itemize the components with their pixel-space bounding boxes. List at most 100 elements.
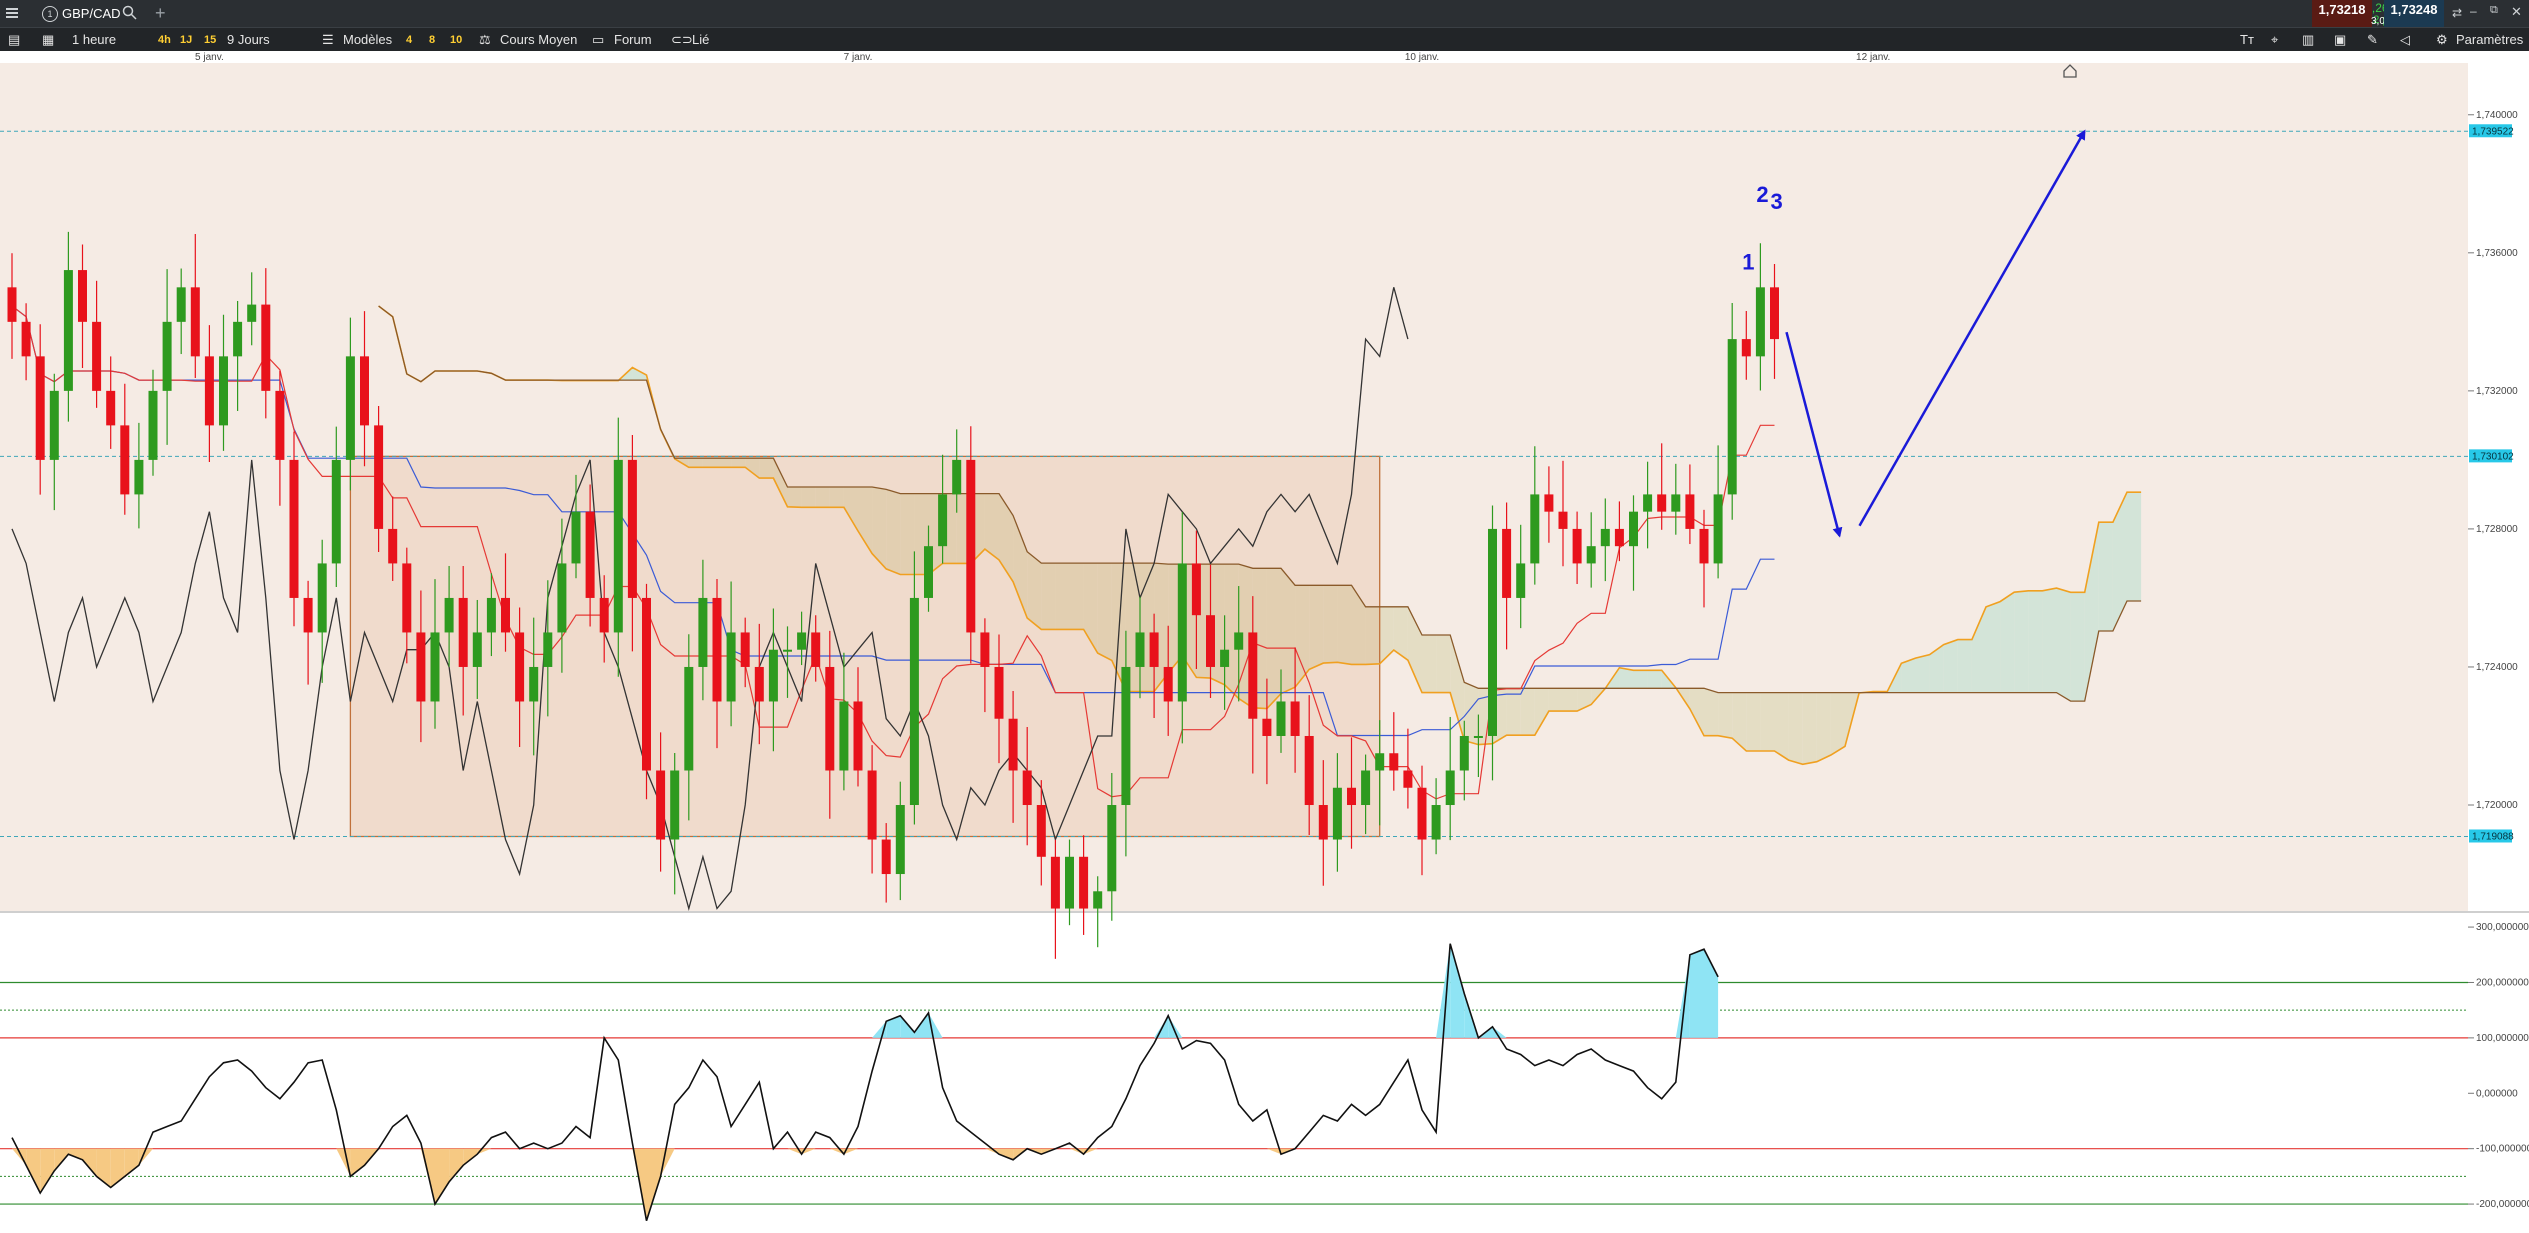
wave-label: 3 [1771, 189, 1783, 214]
candle-body [331, 459, 341, 564]
chart-area[interactable]: 5 janv. 7 janv. 10 janv. 12 janv. 1,740000 1… [0, 51, 2529, 1233]
candle-body [1572, 528, 1582, 564]
candle-body [529, 666, 539, 702]
kumo-segment [1802, 692, 1817, 765]
wave-label: 2 [1756, 182, 1768, 207]
kumo-segment [2070, 592, 2085, 702]
price-tick-label: 1,720000 [2476, 800, 2518, 811]
bid-price[interactable]: 1,73218 [2312, 0, 2372, 27]
model-8-button[interactable]: 8 [429, 28, 435, 52]
popout-icon[interactable]: ⧉ [2490, 4, 2498, 17]
candle-body [35, 356, 45, 460]
draw-icon[interactable]: ✎ [2367, 28, 2378, 52]
list-icon[interactable]: ▤ [8, 28, 20, 52]
candle-body [1473, 735, 1483, 738]
candle-body [754, 666, 764, 702]
forum-icon[interactable]: ▭ [592, 28, 604, 52]
instrument-name[interactable]: GBP/CAD [62, 6, 121, 21]
screenshot-icon[interactable]: ▣ [2334, 28, 2346, 52]
candle-body [740, 632, 750, 667]
candle-body [1065, 856, 1074, 909]
candle-body [162, 321, 172, 391]
candle-body [1079, 856, 1089, 909]
settings-button[interactable]: Paramètres [2456, 28, 2523, 52]
candle-body [1586, 546, 1596, 564]
menu-icon[interactable] [4, 4, 20, 22]
layout-icon[interactable]: ▥ [2302, 28, 2314, 52]
candle-body [1318, 805, 1328, 840]
timeframe-1j-button[interactable]: 1J [180, 28, 192, 52]
settings-icon[interactable]: ⚙ [2436, 28, 2448, 52]
candle-body [1544, 494, 1554, 512]
price-tag-label: 1,730102 [2472, 451, 2514, 462]
date-tick-label: 7 janv. [844, 52, 873, 63]
instrument-badge-icon: 1 [42, 6, 58, 22]
cci-tick-label: -200,000000 [2476, 1199, 2529, 1210]
candle-body [627, 459, 637, 598]
search-icon[interactable] [122, 5, 138, 24]
candle-body [966, 459, 976, 633]
candle-body [388, 528, 398, 564]
candle-body [1699, 528, 1709, 564]
cci-tick-label: 200,000000 [2476, 977, 2529, 988]
candle-body [1403, 770, 1413, 788]
price-tick-label: 1,724000 [2476, 662, 2518, 673]
model-10-button[interactable]: 10 [450, 28, 462, 52]
candle-body [1727, 339, 1737, 495]
timeframe-select[interactable]: 1 heure [72, 28, 116, 52]
candle-body [1050, 856, 1060, 909]
candle [966, 426, 976, 664]
candle-body [444, 597, 454, 633]
range-box [349, 455, 1381, 838]
models-icon[interactable]: ☰ [322, 28, 334, 52]
cours-moyen-button[interactable]: Cours Moyen [500, 28, 577, 52]
candle-body [120, 425, 130, 495]
minimize-icon[interactable]: – [2470, 4, 2477, 18]
candle-body [374, 425, 384, 529]
forum-button[interactable]: Forum [614, 28, 652, 52]
model-4-button[interactable]: 4 [406, 28, 412, 52]
alert-icon[interactable]: ◁ [2400, 28, 2410, 52]
candle-body [712, 597, 722, 702]
add-tab-icon[interactable]: + [155, 3, 166, 24]
cours-moyen-icon[interactable]: ⚖ [479, 28, 491, 52]
swap-icon[interactable]: ⇄ [2452, 6, 2462, 20]
candle-body [1614, 528, 1624, 547]
price-tick-label: 1,736000 [2476, 248, 2518, 259]
candle-body [1685, 494, 1695, 529]
candle-body [63, 270, 73, 391]
timeframe-4h-button[interactable]: 4h [158, 28, 171, 52]
candle-body [938, 494, 948, 547]
candle-body [204, 356, 214, 426]
candle-body [49, 390, 59, 460]
range-select[interactable]: 9 Jours [227, 28, 270, 52]
link-icon[interactable]: ⊂⊃ [671, 28, 693, 52]
candle-body [853, 701, 863, 771]
models-button[interactable]: Modèles [343, 28, 392, 52]
crosshair-icon[interactable]: ⌖ [2271, 28, 2278, 52]
candle-body [1713, 494, 1723, 564]
kumo-segment [1633, 670, 1648, 689]
text-size-icon[interactable]: Tт [2240, 28, 2254, 52]
candle-body [585, 511, 595, 598]
kumo-segment [1718, 692, 1733, 739]
date-tick-label: 5 janv. [195, 52, 224, 63]
candle-body [783, 649, 792, 652]
grid-icon[interactable]: ▦ [42, 28, 54, 52]
candle-body [825, 666, 835, 771]
candle-body [1290, 701, 1300, 736]
candle-body [839, 701, 849, 771]
cci-tick-label: 0,000000 [2476, 1088, 2518, 1099]
price-tick-label: 1,728000 [2476, 524, 2518, 535]
candle-body [134, 459, 144, 495]
candle-body [501, 597, 510, 633]
candle-body [909, 597, 919, 806]
instrument-bar: 1 GBP/CAD + ▲ 0,26 % 45,2 pts 1,73218 3,… [0, 0, 2529, 27]
close-icon[interactable]: ✕ [2511, 4, 2522, 20]
candle-body [1671, 494, 1681, 512]
candle-body [797, 632, 807, 650]
ask-price[interactable]: 1,73248 [2384, 0, 2444, 27]
timeframe-15-button[interactable]: 15 [204, 28, 216, 52]
kumo-segment [1647, 670, 1662, 689]
lie-button[interactable]: Lié [692, 28, 709, 52]
